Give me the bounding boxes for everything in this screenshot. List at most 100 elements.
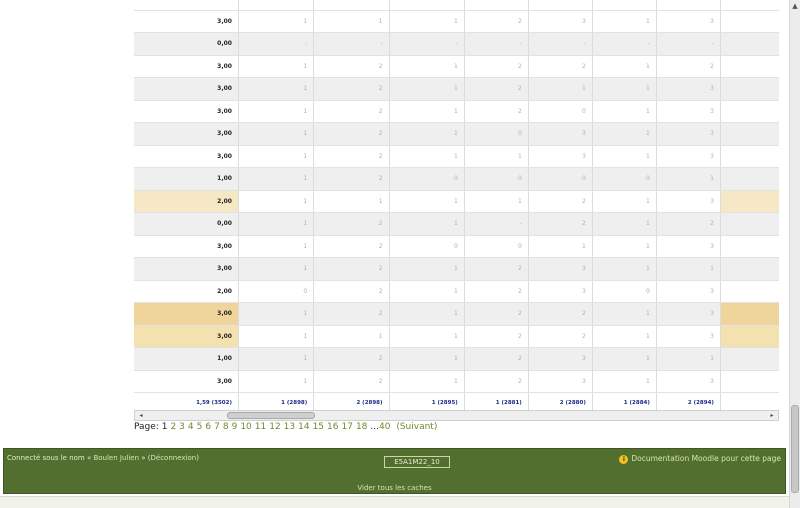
grade-cell: 1	[238, 302, 315, 326]
table-row: 3,00111221311,00	[134, 325, 779, 348]
grade-cell	[528, 0, 593, 11]
moodle-docs-link-label[interactable]: Documentation Moodle pour cette page	[631, 454, 781, 463]
paging-page-link[interactable]: 15	[313, 422, 324, 432]
grade-cell: 1	[528, 77, 593, 101]
grade-cell: 0	[592, 167, 657, 191]
grade-cell: 2	[464, 347, 529, 371]
paging-page-link[interactable]: 8	[223, 422, 229, 432]
grade-cell: 2	[464, 77, 529, 101]
grade-cell: 1	[592, 257, 657, 281]
vertical-scroll-thumb[interactable]	[791, 405, 799, 493]
total-cell: 3,00	[134, 122, 239, 146]
averages-row: 1,59 (3502) 1 (2898) 2 (2898) 1 (2895) 1 (28…	[134, 392, 779, 410]
paging-last-page-link[interactable]: 40	[379, 422, 390, 432]
paging-page-link[interactable]: 5	[197, 422, 203, 432]
grade-cell: -	[528, 32, 593, 56]
grade-cell: 1	[238, 55, 315, 78]
login-info-prefix: Connecté sous le nom «	[7, 454, 94, 462]
grade-cell: 1	[389, 302, 465, 326]
grades-table: 3,00111231312,000,00--------3,0012122121…	[134, 0, 779, 410]
grade-cell: 3	[528, 122, 593, 146]
sum-cell	[720, 0, 779, 11]
grade-cell: 1	[656, 257, 721, 281]
sum-cell: -	[720, 32, 779, 56]
grade-cell: 1	[592, 347, 657, 371]
grade-cell: 2	[464, 370, 529, 393]
total-cell: 3,00	[134, 10, 239, 33]
table-row: 0,00--------	[134, 32, 779, 56]
grade-cell: -	[313, 32, 390, 56]
paging-page-link[interactable]: 3	[179, 422, 185, 432]
paging-page-link[interactable]: 11	[255, 422, 266, 432]
grade-cell: 1	[592, 77, 657, 101]
grade-cell: 1	[592, 302, 657, 326]
course-home-button[interactable]: E5A1M22_10	[384, 456, 450, 468]
grade-cell: 1	[389, 10, 465, 33]
grade-cell: 3	[656, 100, 721, 123]
paging-page-link[interactable]: 16	[327, 422, 338, 432]
paging-page-link[interactable]: 2	[170, 422, 176, 432]
moodle-docs-link[interactable]: i Documentation Moodle pour cette page	[619, 454, 781, 464]
grade-cell: 0	[464, 167, 529, 191]
paging-page-link[interactable]: 6	[205, 422, 211, 432]
grade-cell: 1	[238, 190, 315, 213]
total-cell: 3,00	[134, 55, 239, 78]
grade-cell: 1	[464, 190, 529, 213]
scroll-left-arrow-icon[interactable]: ◂	[136, 411, 146, 420]
sum-cell: 4,00	[720, 167, 779, 191]
grade-cell: 1	[592, 190, 657, 213]
paging-next-link[interactable]: (Suivant)	[396, 422, 437, 432]
grade-cell: 1	[238, 100, 315, 123]
table-horizontal-scrollbar[interactable]: ◂ ▸	[134, 410, 779, 421]
purge-caches-link[interactable]: Vider tous les caches	[4, 484, 785, 492]
grade-cell: 1	[238, 257, 315, 281]
paging-page-link[interactable]: 12	[269, 422, 280, 432]
login-info-suffix: )	[196, 454, 199, 462]
horizontal-scroll-thumb[interactable]	[227, 412, 315, 419]
grade-cell: 1	[313, 325, 390, 348]
grade-cell: 3	[528, 347, 593, 371]
sum-cell: 8,00	[720, 235, 779, 258]
table-row: 3,00111231312,00	[134, 10, 779, 33]
user-profile-link[interactable]: Boulen Julien	[93, 454, 139, 462]
paging-page-link[interactable]: 4	[188, 422, 194, 432]
sum-cell: 11,00	[720, 257, 779, 281]
grade-cell: 1	[389, 122, 465, 146]
grade-cell: 1	[389, 325, 465, 348]
table-row: 3,00121131312,00	[134, 145, 779, 168]
paging-page-link[interactable]: 17	[341, 422, 352, 432]
logout-link[interactable]: Déconnexion	[151, 454, 197, 462]
paging-page-link[interactable]: 9	[232, 422, 238, 432]
grade-cell: 2	[313, 370, 390, 393]
grade-cell	[389, 0, 465, 11]
grade-cell: 3	[656, 370, 721, 393]
scroll-right-arrow-icon[interactable]: ▸	[767, 411, 777, 420]
sum-cell: 11,00	[720, 347, 779, 371]
login-info-middle: » (	[139, 454, 151, 462]
grade-cell: 2	[464, 10, 529, 33]
scroll-up-arrow-icon[interactable]: ▲	[790, 1, 800, 12]
table-row: 3,00121231111,00	[134, 257, 779, 281]
table-row: 3,00121221312,00	[134, 302, 779, 326]
paging-page-link[interactable]: 13	[284, 422, 295, 432]
total-cell: 2,00	[134, 280, 239, 303]
paging-page-link[interactable]: 14	[298, 422, 309, 432]
grade-cell: 1	[592, 212, 657, 236]
grade-cell: -	[464, 212, 529, 236]
grade-cell: 3	[656, 235, 721, 258]
grade-cell: 3	[656, 145, 721, 168]
page-vertical-scrollbar[interactable]: ▲	[789, 0, 800, 508]
table-row: 3,00121031311,00	[134, 122, 779, 146]
paging-page-link[interactable]: 18	[356, 422, 367, 432]
grade-cell: 1	[238, 370, 315, 393]
grade-cell: 1	[592, 122, 657, 146]
grade-cell: 2	[313, 347, 390, 371]
paging-page-link[interactable]: 7	[214, 422, 220, 432]
grade-cell: 1	[238, 167, 315, 191]
paging-page-link[interactable]: 10	[240, 422, 251, 432]
grade-cell: -	[238, 32, 315, 56]
grade-cell: 1	[389, 257, 465, 281]
grade-cell: 1	[592, 325, 657, 348]
grade-cell: 2	[313, 55, 390, 78]
grade-cell: 2	[464, 100, 529, 123]
